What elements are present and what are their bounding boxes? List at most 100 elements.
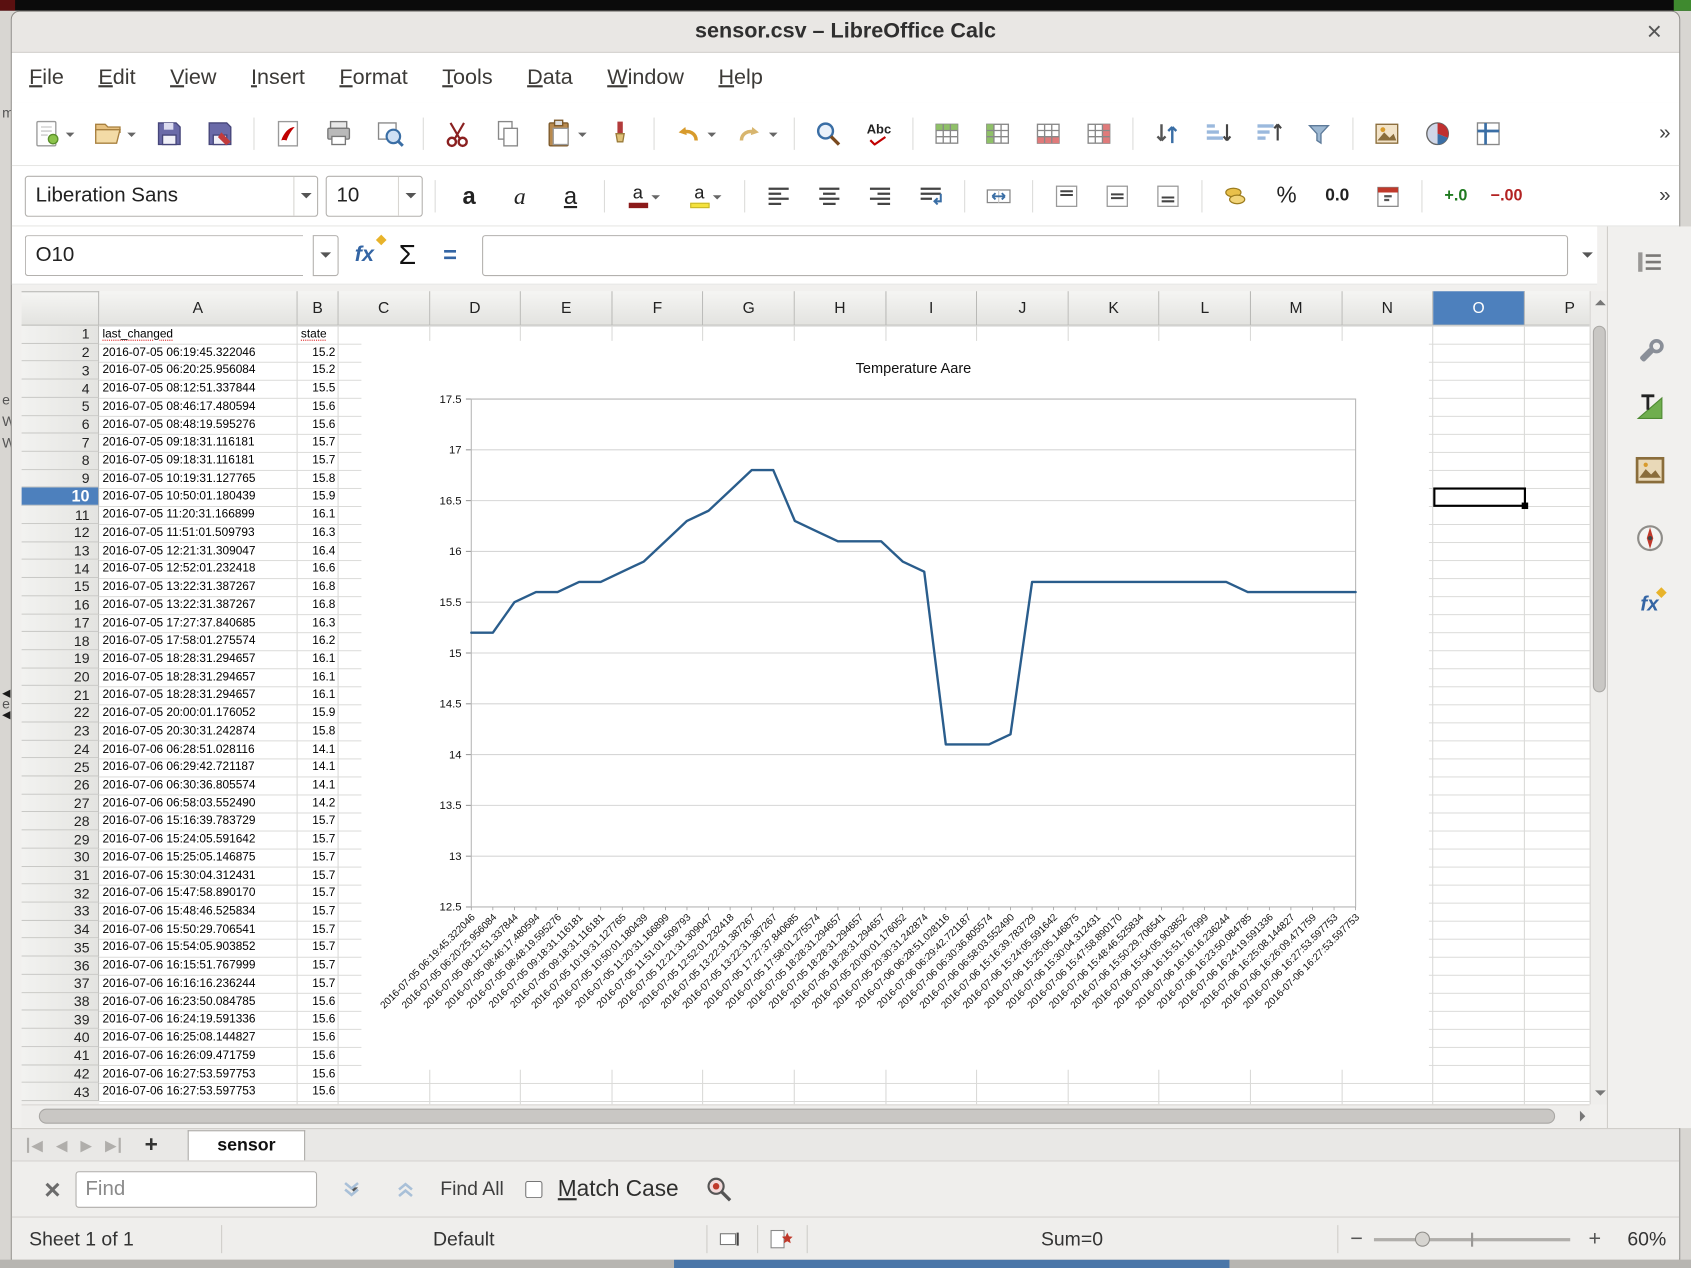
find-all-button[interactable]: Find All: [440, 1178, 504, 1201]
grid-row-10[interactable]: 2016-07-05 10:50:01.180439 15.9: [99, 488, 339, 506]
cell-B26[interactable]: 14.1: [298, 776, 339, 794]
grid-row-13[interactable]: 2016-07-05 12:21:31.309047 16.4: [99, 542, 339, 560]
align-right-button[interactable]: [858, 173, 901, 218]
row-header-38[interactable]: 38: [21, 992, 100, 1011]
row-header-14[interactable]: 14: [21, 560, 100, 579]
grid-row-29[interactable]: 2016-07-06 15:24:05.591642 15.7: [99, 831, 339, 849]
column-header-I[interactable]: I: [886, 291, 978, 326]
cell-B5[interactable]: 15.6: [298, 398, 339, 416]
cell-B21[interactable]: 16.1: [298, 686, 339, 704]
row-header-31[interactable]: 31: [21, 866, 100, 885]
underline-button[interactable]: a: [549, 173, 592, 218]
undo-button[interactable]: [666, 111, 720, 156]
row-header-6[interactable]: 6: [21, 415, 100, 434]
row-header-33[interactable]: 33: [21, 902, 100, 921]
column-header-C[interactable]: C: [338, 291, 430, 326]
grid-row-42[interactable]: 2016-07-06 16:27:53.597753 15.6: [99, 1065, 339, 1083]
grid-row-18[interactable]: 2016-07-05 17:58:01.275574 16.2: [99, 632, 339, 650]
menu-format[interactable]: Format: [322, 65, 425, 90]
cell-B3[interactable]: 15.2: [298, 362, 339, 380]
cell-A16[interactable]: 2016-07-05 13:22:31.387267: [99, 596, 297, 614]
name-box[interactable]: [24, 234, 304, 276]
cell-A41[interactable]: 2016-07-06 16:26:09.471759: [99, 1047, 297, 1065]
cell-B23[interactable]: 15.8: [298, 722, 339, 740]
column-header-E[interactable]: E: [521, 291, 613, 326]
cell-A27[interactable]: 2016-07-06 06:58:03.552490: [99, 795, 297, 813]
row-header-32[interactable]: 32: [21, 884, 100, 903]
cell-A40[interactable]: 2016-07-06 16:25:08.144827: [99, 1029, 297, 1047]
cell-A28[interactable]: 2016-07-06 15:16:39.783729: [99, 813, 297, 831]
row-header-43[interactable]: 43: [21, 1083, 100, 1102]
grid-row-17[interactable]: 2016-07-05 17:27:37.840685 16.3: [99, 614, 339, 632]
row-header-34[interactable]: 34: [21, 920, 100, 939]
cell-A23[interactable]: 2016-07-05 20:30:31.242874: [99, 722, 297, 740]
toolbar-overflow-button[interactable]: »: [1659, 184, 1670, 208]
column-header-M[interactable]: M: [1251, 291, 1343, 326]
cell-A31[interactable]: 2016-07-06 15:30:04.312431: [99, 867, 297, 885]
row-header-18[interactable]: 18: [21, 632, 100, 651]
match-case-checkbox[interactable]: [525, 1180, 543, 1198]
redo-button[interactable]: [728, 111, 782, 156]
find-input[interactable]: [76, 1171, 350, 1207]
cell-A34[interactable]: 2016-07-06 15:50:29.706541: [99, 921, 297, 939]
clone-formatting-button[interactable]: [599, 111, 642, 156]
grid-row-28[interactable]: 2016-07-06 15:16:39.783729 15.7: [99, 813, 339, 831]
cell-B42[interactable]: 15.6: [298, 1065, 339, 1083]
row-header-37[interactable]: 37: [21, 974, 100, 993]
sum-status[interactable]: Sum=0: [807, 1218, 1338, 1261]
copy-button[interactable]: [486, 111, 529, 156]
zoom-in-button[interactable]: +: [1589, 1218, 1602, 1261]
cell-B18[interactable]: 16.2: [298, 632, 339, 650]
freeze-rows-columns-button[interactable]: [1467, 111, 1510, 156]
cell-B9[interactable]: 15.8: [298, 470, 339, 488]
grid-row-35[interactable]: 2016-07-06 15:54:05.903852 15.7: [99, 939, 339, 957]
document-modified-icon[interactable]: [769, 1218, 793, 1261]
grid-row-38[interactable]: 2016-07-06 16:23:50.084785 15.6: [99, 993, 339, 1011]
percent-format-button[interactable]: %: [1265, 173, 1308, 218]
sheet-info[interactable]: Sheet 1 of 1: [29, 1218, 134, 1261]
row-header-42[interactable]: 42: [21, 1064, 100, 1084]
row-header-13[interactable]: 13: [21, 542, 100, 561]
name-box-dropdown-icon[interactable]: [312, 234, 339, 276]
cell-B31[interactable]: 15.7: [298, 867, 339, 885]
find-next-button[interactable]: [332, 1173, 371, 1205]
column-header-F[interactable]: F: [612, 291, 704, 326]
grid-row-1[interactable]: last_changed state: [99, 326, 339, 344]
column-header-H[interactable]: H: [794, 291, 887, 326]
cell-B28[interactable]: 15.7: [298, 813, 339, 831]
print-button[interactable]: [317, 111, 360, 156]
menu-view[interactable]: View: [153, 65, 234, 90]
cell-B41[interactable]: 15.6: [298, 1047, 339, 1065]
cell-B15[interactable]: 16.8: [298, 578, 339, 596]
horizontal-scrollbar-thumb[interactable]: [38, 1108, 1556, 1124]
cell-A11[interactable]: 2016-07-05 11:20:31.166899: [99, 506, 297, 524]
align-bottom-button[interactable]: [1146, 173, 1189, 218]
row-header-17[interactable]: 17: [21, 614, 100, 633]
menu-window[interactable]: Window: [590, 65, 701, 90]
column-header-L[interactable]: L: [1159, 291, 1251, 326]
grid-row-37[interactable]: 2016-07-06 16:16:16.236244 15.7: [99, 975, 339, 993]
sidebar-navigator-button[interactable]: [1624, 515, 1676, 560]
row-header-4[interactable]: 4: [21, 379, 100, 398]
grid-row-15[interactable]: 2016-07-05 13:22:31.387267 16.8: [99, 578, 339, 596]
find-combobox[interactable]: [75, 1170, 359, 1208]
new-document-button[interactable]: [25, 111, 79, 156]
cell-A33[interactable]: 2016-07-06 15:48:46.525834: [99, 903, 297, 921]
bold-button[interactable]: a: [448, 173, 491, 218]
sidebar-functions-button[interactable]: fx: [1624, 582, 1676, 627]
scroll-right-icon[interactable]: [1579, 1110, 1586, 1122]
paste-button[interactable]: [537, 111, 591, 156]
sum-button[interactable]: Σ: [390, 238, 425, 271]
font-name-dropdown-icon[interactable]: [293, 176, 317, 216]
column-header-G[interactable]: G: [703, 291, 795, 326]
horizontal-scrollbar[interactable]: [21, 1104, 1590, 1127]
cell-A25[interactable]: 2016-07-06 06:29:42.721187: [99, 758, 297, 776]
close-window-button[interactable]: ×: [1647, 12, 1662, 53]
cell-B32[interactable]: 15.7: [298, 885, 339, 903]
row-header-25[interactable]: 25: [21, 758, 100, 777]
wrap-text-button[interactable]: [909, 173, 952, 218]
cell-A38[interactable]: 2016-07-06 16:23:50.084785: [99, 993, 297, 1011]
cell-B1[interactable]: state: [298, 326, 339, 344]
cell-A6[interactable]: 2016-07-05 08:48:19.595276: [99, 416, 297, 434]
find-replace-button[interactable]: [807, 111, 850, 156]
